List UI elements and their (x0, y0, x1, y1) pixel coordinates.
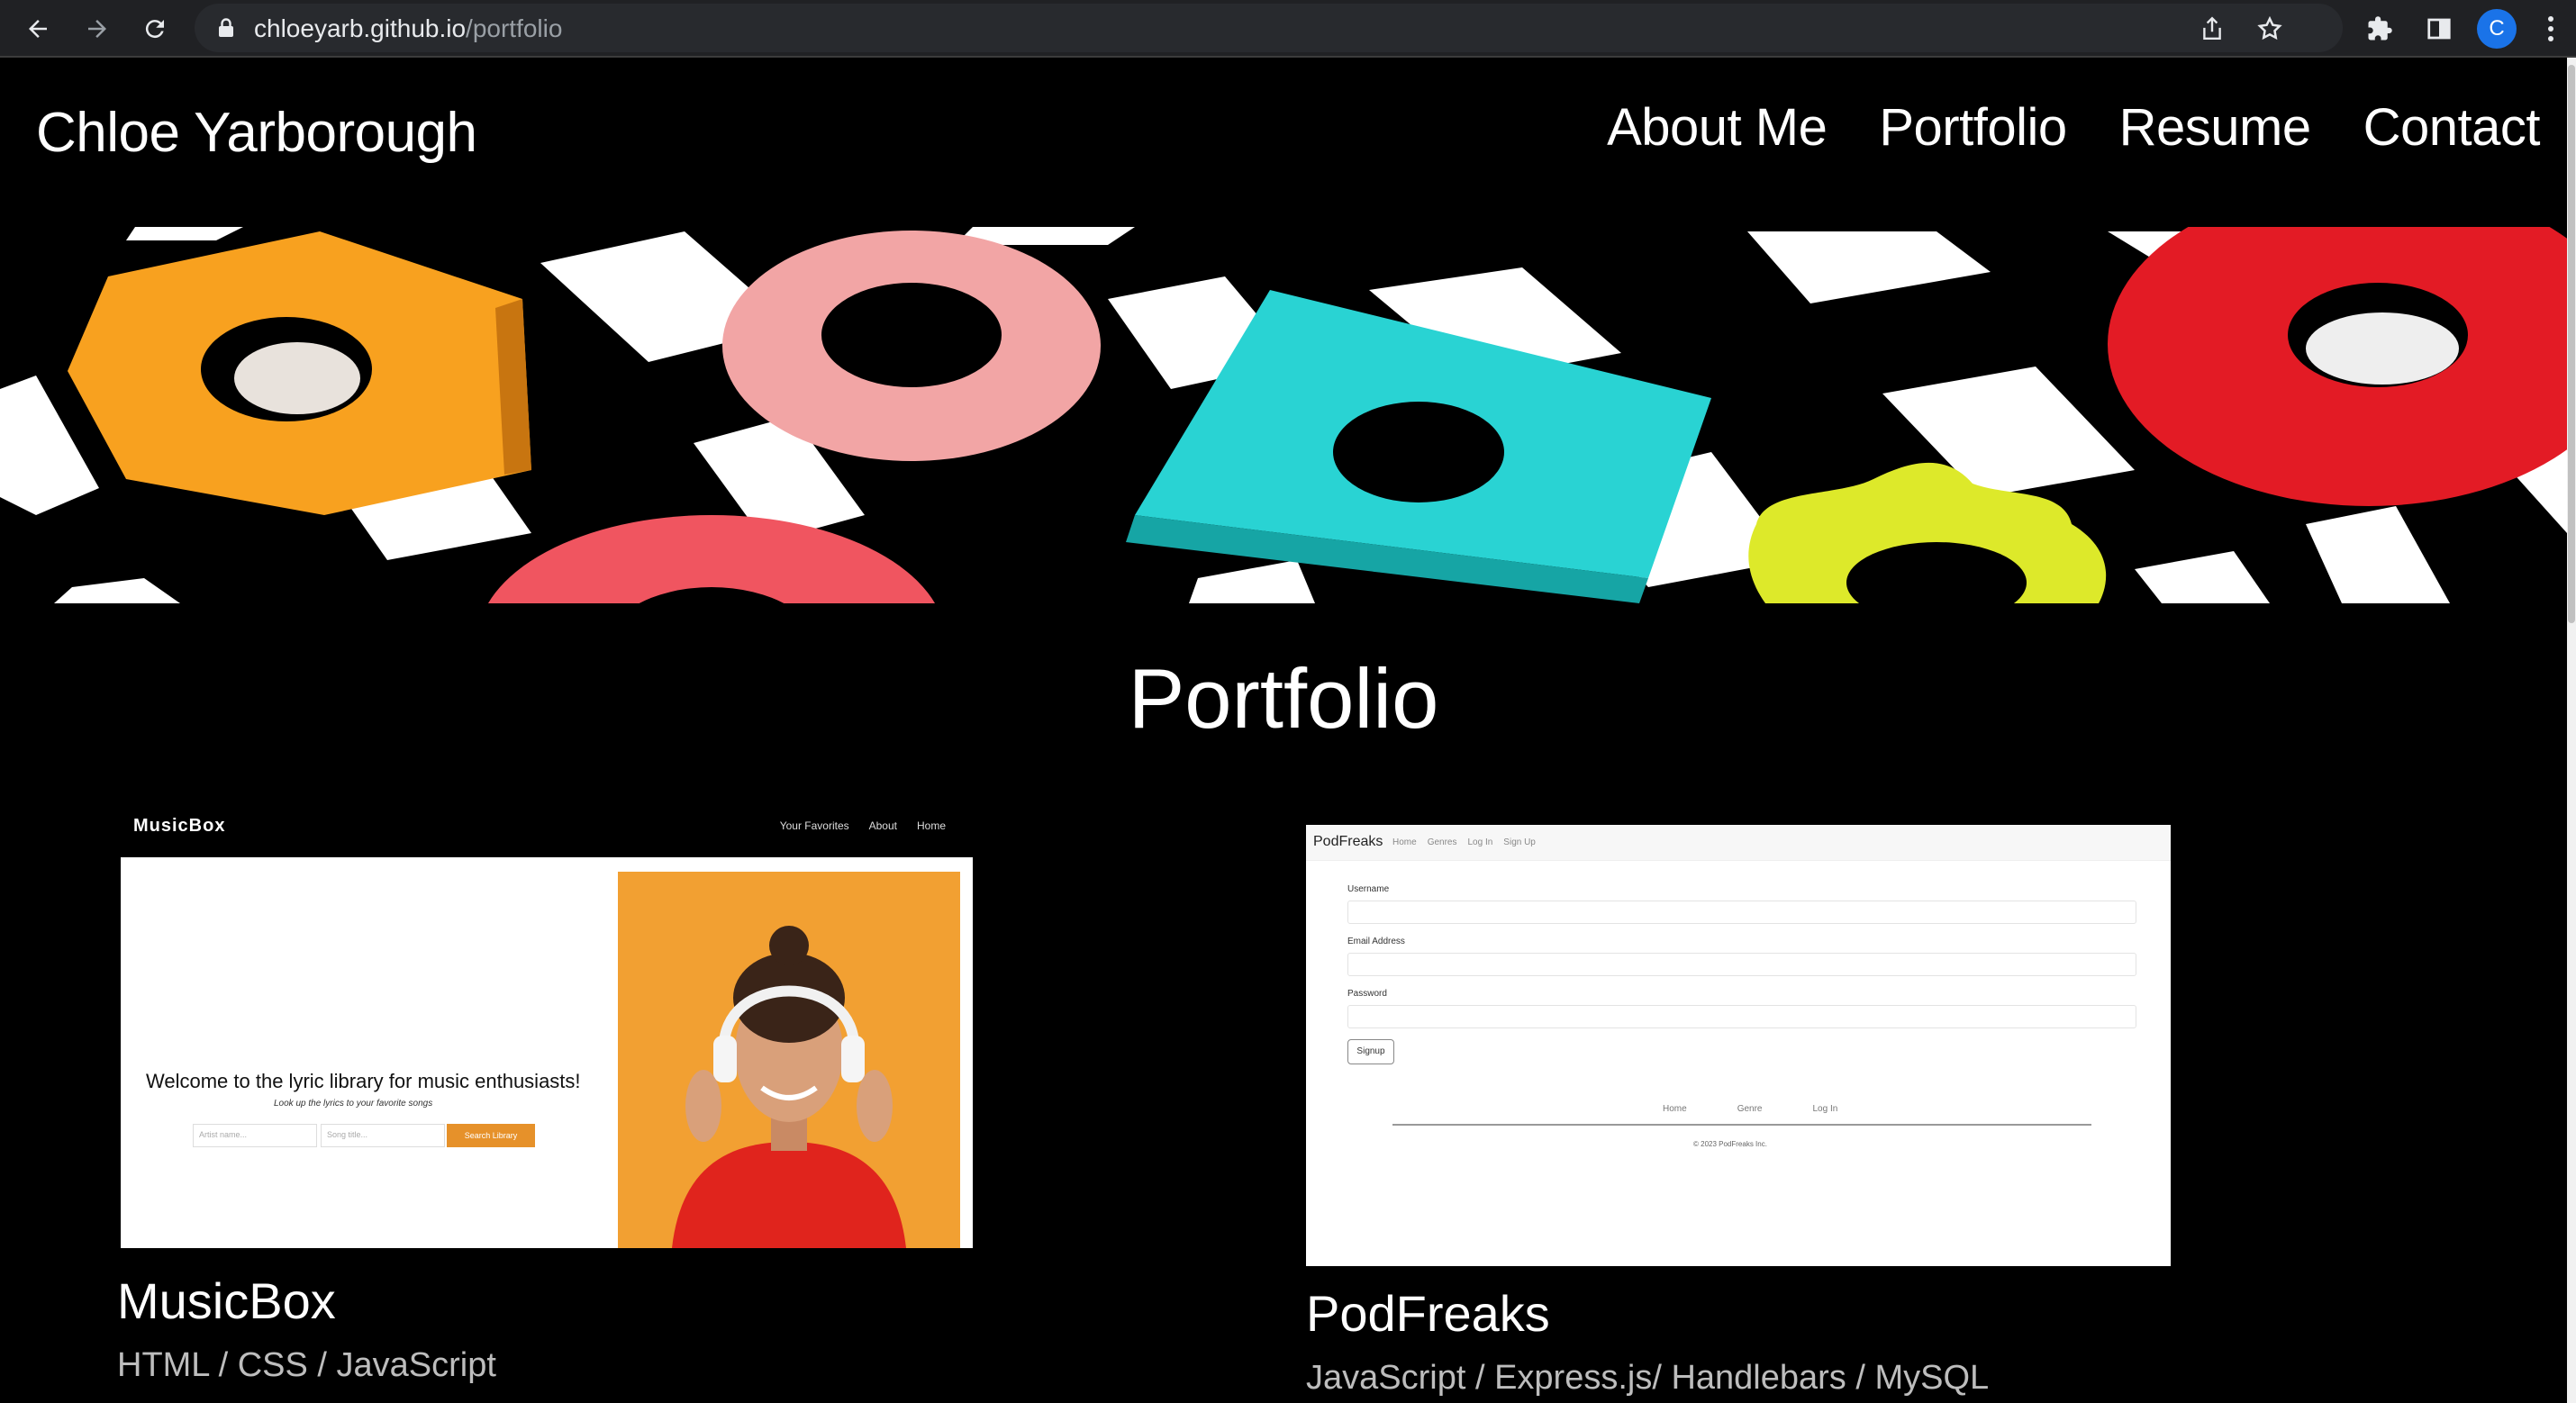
musicbox-preview-welcome: Welcome to the lyric library for music e… (146, 1070, 581, 1092)
podfreaks-preview-password-field (1347, 1005, 2136, 1028)
side-panel-icon[interactable] (2419, 9, 2459, 49)
musicbox-preview-subtitle: Look up the lyrics to your favorite song… (274, 1099, 433, 1109)
address-bar[interactable]: chloeyarb.github.io/portfolio (195, 4, 2343, 52)
project-card-podfreaks[interactable]: PodFreaks Home Genres Log In Sign Up Use… (1306, 825, 2171, 1398)
project-title[interactable]: MusicBox (117, 1272, 976, 1330)
podfreaks-preview-password-label: Password (1347, 989, 1387, 999)
bookmark-star-icon[interactable] (2254, 13, 2286, 45)
musicbox-preview-logo: MusicBox (133, 816, 226, 836)
podfreaks-preview-email-field (1347, 953, 2136, 976)
browser-toolbar: chloeyarb.github.io/portfolio C (0, 0, 2576, 58)
musicbox-preview-body: Welcome to the lyric library for music e… (121, 857, 973, 1248)
lock-icon (219, 18, 233, 37)
preview-link: Log In (1467, 837, 1493, 847)
hero-banner-image (0, 227, 2567, 603)
project-card-musicbox[interactable]: MusicBox Your Favorites About Home Welco… (117, 803, 976, 1385)
share-icon[interactable] (2196, 13, 2228, 45)
portfolio-heading: Portfolio (1128, 651, 1439, 746)
podfreaks-preview-email-label: Email Address (1347, 937, 1405, 946)
musicbox-preview-photo (618, 872, 960, 1248)
preview-link: Sign Up (1503, 837, 1536, 847)
nav-resume[interactable]: Resume (2119, 97, 2311, 158)
site-nav: About Me Portfolio Resume Contact (1607, 97, 2540, 158)
site-title[interactable]: Chloe Yarborough (36, 101, 477, 165)
musicbox-preview-song-input: Song title... (321, 1124, 445, 1147)
preview-link: Your Favorites (779, 819, 849, 832)
podfreaks-preview-brand: PodFreaks (1313, 834, 1383, 849)
preview-link: Home (1392, 837, 1417, 847)
scrollbar-thumb[interactable] (2568, 65, 2575, 623)
nav-contact[interactable]: Contact (2363, 97, 2541, 158)
forward-arrow-icon[interactable] (77, 9, 117, 49)
podfreaks-preview-username-label: Username (1347, 884, 1390, 894)
extensions-puzzle-icon[interactable] (2360, 9, 2399, 49)
podfreaks-preview-navbar: PodFreaks Home Genres Log In Sign Up (1306, 825, 2171, 861)
project-title[interactable]: PodFreaks (1306, 1284, 2171, 1343)
podfreaks-preview-signup-button: Signup (1347, 1039, 1394, 1064)
podfreaks-preview-copyright: © 2023 PodFreaks Inc. (1693, 1140, 1767, 1148)
browser-menu-icon[interactable] (2540, 9, 2562, 49)
podfreaks-screenshot[interactable]: PodFreaks Home Genres Log In Sign Up Use… (1306, 825, 2171, 1266)
profile-avatar[interactable]: C (2477, 9, 2517, 49)
podfreaks-preview-links: Home Genres Log In Sign Up (1392, 837, 1536, 847)
preview-link: Genre (1737, 1104, 1763, 1114)
project-tech-stack: HTML / CSS / JavaScript (117, 1346, 496, 1384)
podfreaks-preview-username-field (1347, 901, 2136, 924)
page-scrollbar[interactable] (2567, 58, 2576, 1403)
podfreaks-preview-divider (1392, 1124, 2091, 1126)
nav-about-me[interactable]: About Me (1607, 97, 1828, 158)
preview-link: Log In (1812, 1104, 1838, 1114)
preview-link: Genres (1427, 837, 1457, 847)
preview-link: Home (916, 819, 946, 832)
nav-portfolio[interactable]: Portfolio (1879, 97, 2067, 158)
preview-link: About (868, 819, 897, 832)
musicbox-screenshot[interactable]: MusicBox Your Favorites About Home Welco… (117, 803, 976, 1254)
reload-icon[interactable] (135, 9, 175, 49)
podfreaks-preview-footer-links: Home Genre Log In (1663, 1104, 1837, 1114)
preview-link: Home (1663, 1104, 1687, 1114)
musicbox-preview-artist-input: Artist name... (193, 1124, 317, 1147)
musicbox-preview-links: Your Favorites About Home (780, 819, 946, 832)
project-tech-stack: JavaScript / Express.js/ Handlebars / My… (1306, 1359, 1990, 1397)
musicbox-preview-navbar: MusicBox Your Favorites About Home (117, 803, 976, 857)
musicbox-preview-search-button: Search Library (447, 1124, 535, 1147)
back-arrow-icon[interactable] (18, 9, 58, 49)
url-text[interactable]: chloeyarb.github.io/portfolio (254, 14, 562, 43)
